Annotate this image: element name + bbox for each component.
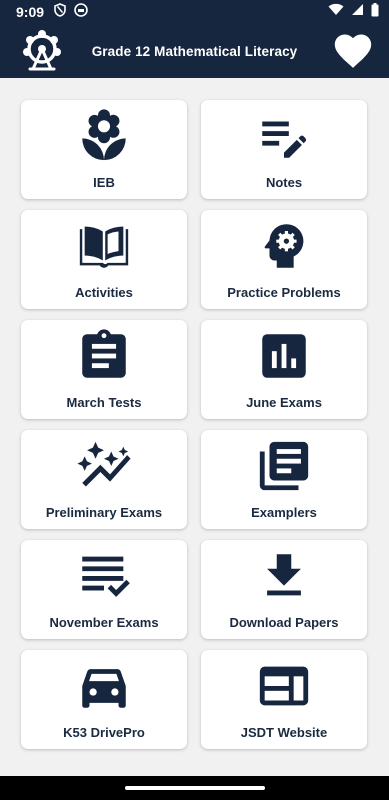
menu-card-label: Practice Problems	[227, 285, 341, 300]
menu-card-label: K53 DrivePro	[63, 725, 145, 740]
battery-icon	[371, 2, 379, 22]
clipboard-icon	[73, 325, 135, 387]
menu-card-label: JSDT Website	[240, 725, 328, 740]
menu-card-practice-problems[interactable]: Practice Problems	[201, 210, 367, 309]
menu-card-label: Examplers	[251, 505, 317, 520]
menu-card-k53-drivepro[interactable]: K53 DrivePro	[21, 650, 187, 749]
menu-card-label: Activities	[75, 285, 133, 300]
navigation-bar	[0, 776, 389, 800]
menu-card-june-exams[interactable]: June Exams	[201, 320, 367, 419]
menu-card-activities[interactable]: Activities	[21, 210, 187, 309]
menu-card-march-tests[interactable]: March Tests	[21, 320, 187, 419]
car-icon	[73, 655, 135, 717]
menu-card-examplers[interactable]: Examplers	[201, 430, 367, 529]
wifi-icon	[328, 3, 344, 21]
menu-card-download-papers[interactable]: Download Papers	[201, 540, 367, 639]
shield-icon	[54, 2, 66, 22]
menu-card-label: June Exams	[246, 395, 322, 410]
menu-card-jsdt-website[interactable]: JSDT Website	[201, 650, 367, 749]
menu-card-label: IEB	[93, 175, 115, 190]
menu-card-label: Download Papers	[229, 615, 339, 630]
home-gesture-handle[interactable]	[124, 786, 265, 790]
download-icon	[253, 545, 315, 607]
app-bar: Grade 12 Mathematical Literacy	[0, 24, 389, 78]
auto-graph-icon	[73, 435, 135, 497]
menu-card-label: Notes	[265, 175, 303, 190]
media-icon	[74, 2, 88, 22]
flower-icon	[73, 105, 135, 167]
menu-card-notes[interactable]: Notes	[201, 100, 367, 199]
web-layout-icon	[253, 655, 315, 717]
book-icon	[73, 215, 135, 277]
heart-icon	[331, 29, 375, 74]
favorite-button[interactable]	[329, 27, 377, 75]
menu-card-ieb[interactable]: IEB	[21, 100, 187, 199]
signal-icon	[351, 3, 364, 21]
checklist-icon	[73, 545, 135, 607]
menu-card-label: Preliminary Exams	[45, 505, 163, 520]
menu-card-preliminary-exams[interactable]: Preliminary Exams	[21, 430, 187, 529]
status-bar: 9:09	[0, 0, 389, 24]
menu-card-label: November Exams	[49, 615, 159, 630]
psychology-icon	[253, 215, 315, 277]
menu-grid: IEB Notes Activities Practice Problems M…	[21, 100, 367, 749]
menu-card-november-exams[interactable]: November Exams	[21, 540, 187, 639]
bar-chart-icon	[253, 325, 315, 387]
status-time: 9:09	[16, 4, 45, 20]
library-books-icon	[253, 435, 315, 497]
notes-edit-icon	[253, 105, 315, 167]
menu-card-label: March Tests	[66, 395, 142, 410]
